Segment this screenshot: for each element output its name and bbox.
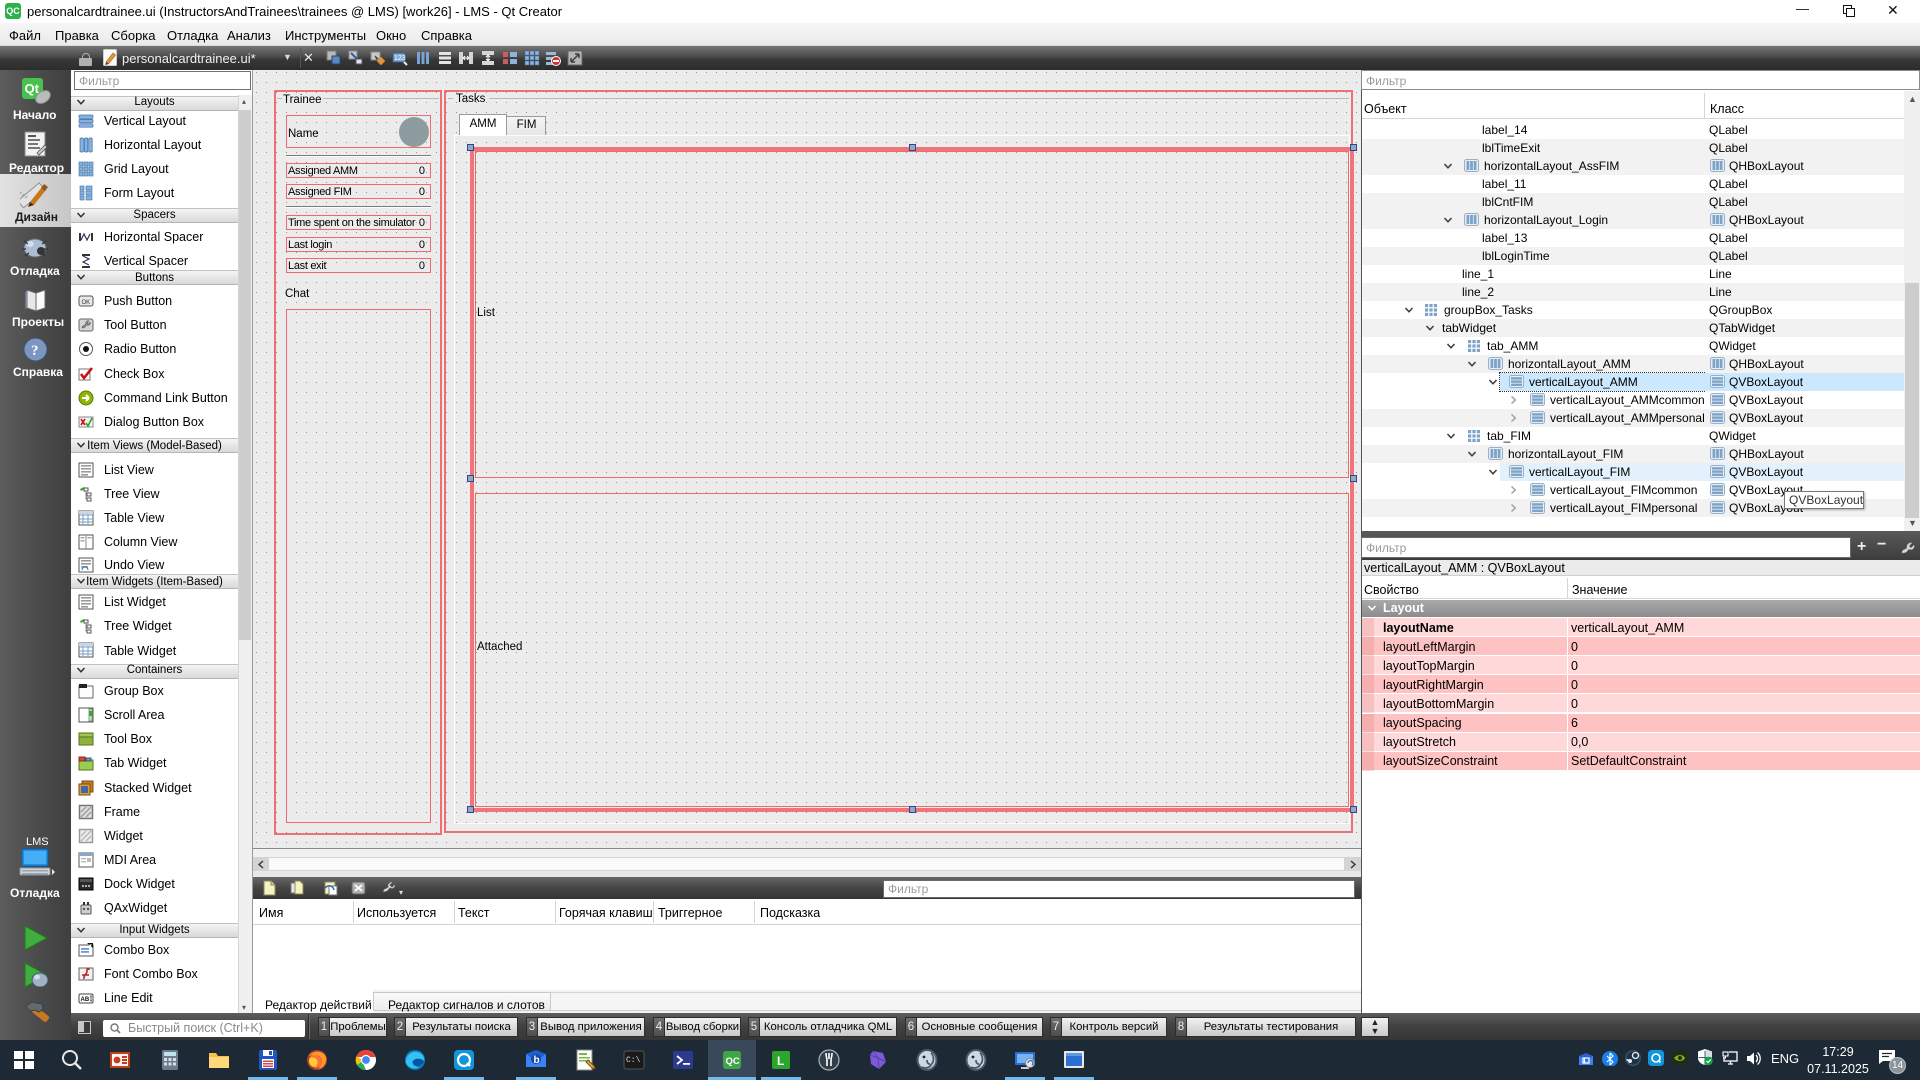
svg-text:AB: AB [81,997,90,1003]
svg-text:OK: OK [82,300,91,306]
svg-text:C:\: C:\ [626,1056,641,1065]
svg-text:QC: QC [726,1056,740,1067]
svg-text:L: L [777,1054,784,1068]
svg-text:?: ? [31,343,39,359]
svg-text:123: 123 [394,55,406,62]
svg-text:Qt: Qt [25,81,40,96]
svg-text:b: b [534,1055,540,1066]
